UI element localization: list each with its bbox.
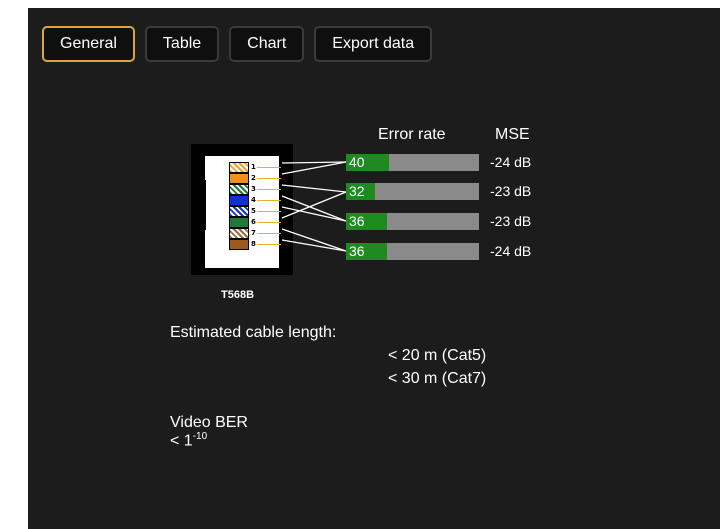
wire-pin-8: [281, 239, 347, 252]
error-rate-bar: [346, 243, 479, 260]
error-rate-value: 36: [349, 243, 365, 259]
error-rate-bar: [346, 213, 479, 230]
error-rate-bar: [346, 154, 479, 171]
mse-value: -23 dB: [490, 183, 532, 199]
mse-value: -24 dB: [490, 243, 532, 259]
error-rate-bar: [346, 183, 479, 200]
error-rate-value: 32: [349, 183, 365, 199]
wire-pin-2: [281, 161, 347, 175]
video-ber-label: Video BER: [170, 414, 248, 431]
cable-length-cat7: < 30 m (Cat7): [388, 370, 487, 387]
pair-wiring-diagram: [281, 161, 347, 252]
mse-value: -23 dB: [490, 213, 532, 229]
wire-pin-1: [281, 161, 347, 164]
video-ber-value: < 1-10: [170, 431, 207, 450]
error-rate-value: 36: [349, 213, 365, 229]
cable-length-cat5: < 20 m (Cat5): [388, 347, 487, 364]
wire-pin-3: [281, 184, 347, 193]
ber-exponent: -10: [192, 431, 208, 442]
wire-pin-7: [281, 228, 347, 252]
cable-length-label: Estimated cable length:: [170, 324, 337, 341]
error-rate-value: 40: [349, 154, 365, 170]
diagnostics-panel: General Table Chart Export data Error ra…: [28, 8, 720, 529]
ber-base: < 1: [170, 432, 193, 450]
mse-value: -24 dB: [490, 154, 532, 170]
